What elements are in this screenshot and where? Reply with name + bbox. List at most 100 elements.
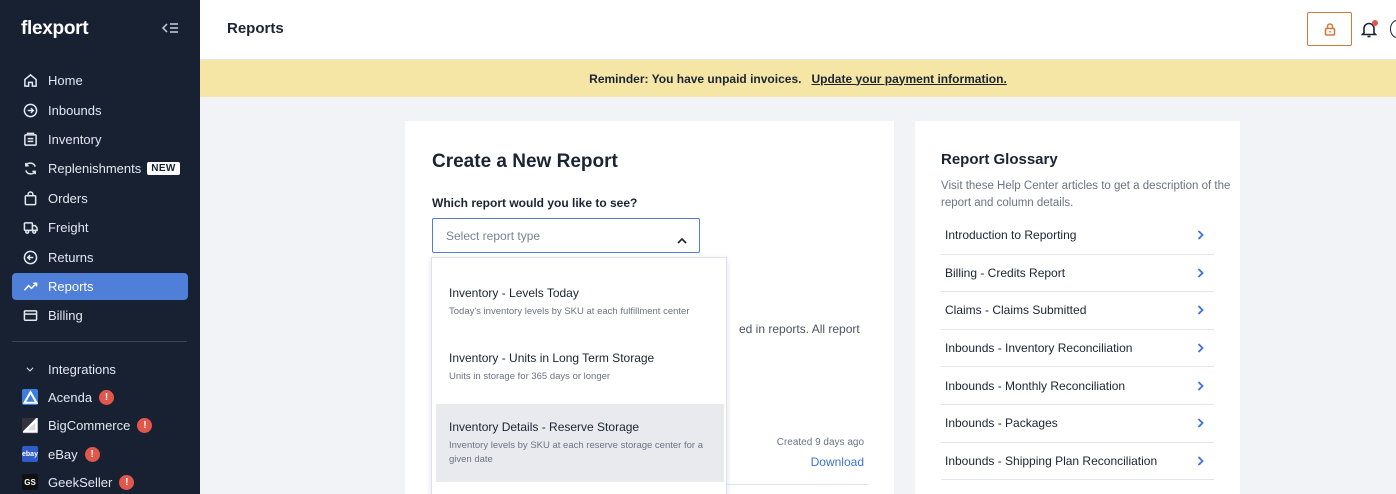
card-icon: [22, 307, 38, 323]
lock-button[interactable]: [1307, 12, 1352, 46]
glossary-link-label: Inbounds - Packages: [945, 416, 1058, 431]
unpaid-invoices-banner: Reminder: You have unpaid invoices. Upda…: [200, 60, 1396, 97]
report-option[interactable]: Inventory Details - Reserve Storage Inve…: [436, 404, 724, 482]
report-option-desc: Inventory levels by SKU at each reserve …: [449, 440, 703, 465]
glossary-link[interactable]: Introduction to Reporting: [941, 217, 1214, 255]
sidebar-item-label: Inbounds: [48, 102, 102, 118]
report-type-select[interactable]: Select report type: [432, 218, 700, 253]
report-option-desc: Today's inventory levels by SKU at each …: [449, 306, 690, 317]
chevron-down-icon: [22, 361, 38, 377]
sidebar-item-label: Returns: [48, 249, 94, 265]
sidebar-item-returns[interactable]: Returns: [12, 242, 188, 271]
glossary-link[interactable]: Billing - Credits Report: [941, 255, 1214, 293]
notifications-bell-icon[interactable]: [1360, 20, 1378, 38]
chevron-right-icon: [1197, 268, 1204, 278]
glossary-link-label: Inbounds - Monthly Reconciliation: [945, 378, 1126, 393]
chevron-right-icon: [1197, 418, 1204, 428]
report-option-title: Inventory - Levels Today: [449, 286, 579, 300]
glossary-link-label: Inbounds - Inventory Reconciliation: [945, 341, 1133, 356]
glossary-link[interactable]: Inbounds - Inventory Reconciliation: [941, 330, 1214, 368]
chevron-right-icon: [1197, 381, 1204, 391]
glossary-list: Introduction to Reporting Billing - Cred…: [941, 217, 1214, 481]
report-option-title: Inventory Details - Reserve Storage: [449, 420, 640, 434]
glossary-link-label: Claims - Claims Submitted: [945, 303, 1087, 318]
collapse-sidebar-icon[interactable]: [161, 20, 179, 36]
ebay-logo-icon: ebay: [22, 446, 38, 463]
sidebar-item-freight[interactable]: Freight: [12, 213, 188, 242]
integration-label: Acenda: [48, 389, 93, 405]
acenda-logo-icon: [22, 389, 38, 406]
page-title: Reports: [227, 20, 284, 37]
sidebar-item-label: Home: [48, 73, 83, 89]
sidebar-divider: [12, 341, 187, 342]
sidebar-item-inbounds[interactable]: Inbounds: [12, 95, 188, 124]
sidebar-item-label: Replenishments: [48, 161, 142, 177]
brand-logo[interactable]: flexport: [21, 18, 89, 40]
created-timestamp: Created 9 days ago: [776, 437, 864, 448]
home-icon: [22, 73, 38, 89]
chevron-right-icon: [1197, 230, 1204, 240]
bag-icon: [22, 190, 38, 206]
create-report-title: Create a New Report: [432, 151, 618, 172]
inbound-icon: [22, 102, 38, 118]
alert-icon: !: [84, 446, 100, 462]
sidebar-item-replenishments[interactable]: Replenishments NEW: [12, 154, 188, 183]
report-option[interactable]: Inventory - Levels Today Today's invento…: [436, 286, 724, 346]
replenish-icon: [22, 161, 38, 177]
report-type-dropdown: Inventory - Levels Today Today's invento…: [431, 257, 727, 494]
user-avatar[interactable]: [1390, 20, 1396, 38]
chevron-right-icon: [1197, 305, 1204, 316]
integration-label: BigCommerce: [48, 418, 131, 434]
glossary-link[interactable]: Inbounds - Packages: [941, 405, 1214, 443]
glossary-link[interactable]: Claims - Claims Submitted: [941, 292, 1214, 330]
integration-ebay[interactable]: ebay eBay !: [12, 440, 188, 468]
sidebar-item-reports[interactable]: Reports: [12, 272, 188, 300]
glossary-link[interactable]: Inbounds - Monthly Reconciliation: [941, 367, 1214, 405]
update-payment-link[interactable]: Update your payment information.: [811, 72, 1006, 86]
sidebar-item-orders[interactable]: Orders: [12, 184, 188, 213]
sidebar-item-label: Orders: [48, 190, 88, 206]
report-option[interactable]: Inventory - Units in Long Term Storage U…: [436, 351, 724, 411]
report-option-title: Inventory - Units in Long Term Storage: [449, 351, 655, 365]
integration-label: GeekSeller: [48, 474, 113, 490]
top-bar: Reports: [200, 0, 1396, 60]
integration-bigcommerce[interactable]: BigCommerce !: [12, 412, 188, 440]
bigcommerce-logo-icon: [22, 417, 38, 434]
sidebar-item-label: Reports: [48, 278, 94, 294]
glossary-link-label: Introduction to Reporting: [945, 228, 1077, 243]
glossary-link[interactable]: Inbounds - Shipping Plan Reconciliation: [941, 443, 1214, 481]
glossary-title: Report Glossary: [941, 151, 1058, 168]
notification-dot: [1372, 20, 1378, 26]
sidebar-item-label: Freight: [48, 220, 89, 236]
main-nav: Home Inbounds Inventory Replenishments N…: [12, 66, 188, 330]
glossary-link-label: Billing - Credits Report: [945, 265, 1066, 280]
report-info-text: ed in reports. All report: [739, 322, 860, 336]
alert-icon: !: [99, 389, 115, 405]
report-type-placeholder: Select report type: [446, 229, 541, 243]
sidebar-item-label: Billing: [48, 307, 83, 323]
truck-icon: [22, 220, 38, 236]
report-type-label: Which report would you like to see?: [432, 196, 638, 210]
new-badge: NEW: [147, 162, 180, 176]
glossary-link-label: Inbounds - Shipping Plan Reconciliation: [945, 453, 1158, 468]
banner-text: Reminder: You have unpaid invoices.: [589, 71, 802, 86]
trend-icon: [22, 278, 38, 294]
sidebar-item-home[interactable]: Home: [12, 66, 188, 95]
integration-acenda[interactable]: Acenda !: [12, 383, 188, 411]
download-link[interactable]: Download: [811, 455, 864, 469]
sidebar-item-label: Inventory: [48, 131, 102, 147]
integration-geekseller[interactable]: GS GeekSeller !: [12, 468, 188, 494]
geekseller-logo-icon: GS: [22, 474, 38, 491]
sidebar-item-inventory[interactable]: Inventory: [12, 125, 188, 154]
chevron-right-icon: [1197, 343, 1204, 353]
integrations-section: Integrations Acenda ! BigCommerce ! ebay…: [12, 355, 188, 494]
lock-icon: [1324, 22, 1335, 36]
returns-icon: [22, 249, 38, 265]
chevron-up-icon: [677, 232, 687, 244]
integrations-toggle[interactable]: Integrations: [12, 355, 188, 383]
report-glossary-card: Report Glossary Visit these Help Center …: [915, 121, 1240, 494]
row-divider: [727, 484, 869, 485]
chevron-right-icon: [1197, 456, 1204, 466]
alert-icon: !: [119, 474, 135, 490]
sidebar-item-billing[interactable]: Billing: [12, 301, 188, 330]
